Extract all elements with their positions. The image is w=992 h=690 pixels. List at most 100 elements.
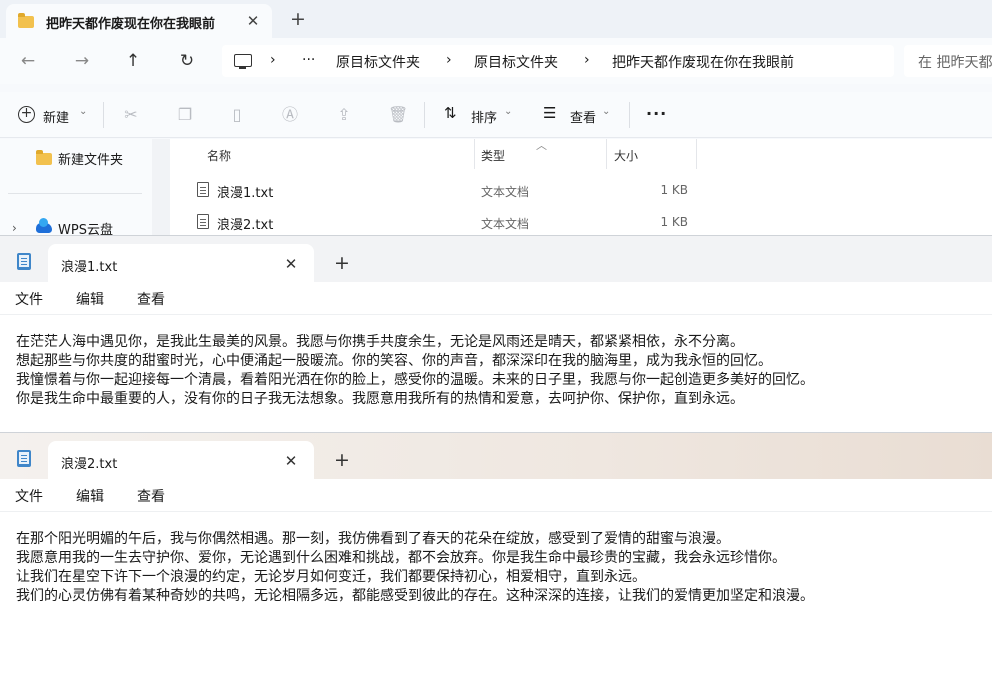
- sort-ascending-icon: ︿: [536, 139, 547, 152]
- up-button[interactable]: ↑: [121, 49, 145, 73]
- notepad-tab[interactable]: 浪漫1.txt ✕: [48, 244, 314, 282]
- notepad-text-area[interactable]: 在茫茫人海中遇见你，是我此生最美的风景。我愿与你携手共度余生，无论是风雨还是晴天…: [0, 314, 992, 432]
- delete-icon[interactable]: 🗑: [388, 106, 408, 124]
- notepad-menu-bar: 文件 编辑 查看: [0, 282, 992, 314]
- file-row[interactable]: 浪漫1.txt 文本文档 1 KB: [170, 175, 992, 205]
- menu-file[interactable]: 文件: [15, 486, 43, 506]
- breadcrumb-item-current[interactable]: 把昨天都作废现在你在我眼前: [612, 52, 794, 72]
- folder-icon: [18, 13, 34, 28]
- refresh-button[interactable]: ↻: [175, 49, 199, 73]
- file-row[interactable]: 浪漫2.txt 文本文档 1 KB: [170, 207, 992, 236]
- expand-chevron-icon[interactable]: ›: [12, 221, 17, 235]
- text-line: 我们的心灵仿佛有着某种奇妙的共鸣，无论相隔多远，都能感受到彼此的存在。这种深深的…: [16, 588, 814, 604]
- new-button-label: 新建: [43, 111, 70, 126]
- explorer-body: 新建文件夹 › WPS云盘 名称 ︿ 类型 大小 浪漫1.txt 文本文档 1 …: [0, 139, 992, 236]
- notepad-window-2: 浪漫2.txt ✕ + 文件 编辑 查看 在那个阳光明媚的午后，我与你偶然相遇。…: [0, 432, 992, 690]
- notepad-menu-bar: 文件 编辑 查看: [0, 479, 992, 511]
- notepad-text-area[interactable]: 在那个阳光明媚的午后，我与你偶然相遇。那一刻，我仿佛看到了春天的花朵在绽放，感受…: [0, 511, 992, 690]
- share-icon[interactable]: ⇪: [335, 106, 353, 124]
- breadcrumb-chevron[interactable]: ›: [270, 52, 276, 68]
- chevron-down-icon: ⌄: [79, 106, 88, 117]
- sort-button[interactable]: ⇅ 排序 ⌄: [444, 104, 524, 126]
- rename-icon[interactable]: Ⓐ: [281, 106, 299, 124]
- file-size: 1 KB: [660, 183, 688, 197]
- text-line: 我愿意用我的一生去守护你、爱你，无论遇到什么困难和挑战，都不会放弃。你是我生命中…: [16, 550, 786, 566]
- add-circle-icon: +: [18, 106, 35, 123]
- menu-edit[interactable]: 编辑: [76, 486, 104, 506]
- notepad-title-bar[interactable]: 浪漫2.txt ✕ +: [0, 433, 992, 479]
- search-placeholder: 在 把昨天都: [918, 55, 992, 71]
- explorer-command-bar: + 新建 ⌄ ✂ ❐ ▯ Ⓐ ⇪ 🗑 ⇅ 排序 ⌄ ☰ 查看 ⌄ ···: [0, 92, 992, 138]
- toolbar-divider: [103, 102, 104, 128]
- text-line: 你是我生命中最重要的人，没有你的日子我无法想象。我愿意用我所有的热情和爱意，去呵…: [16, 391, 744, 407]
- computer-icon[interactable]: [234, 54, 252, 69]
- view-button-label: 查看: [570, 111, 597, 126]
- folder-icon: [36, 150, 52, 165]
- address-bar[interactable]: › ··· 原目标文件夹 › 原目标文件夹 › 把昨天都作废现在你在我眼前: [222, 45, 894, 77]
- search-input[interactable]: 在 把昨天都: [904, 45, 992, 77]
- file-name: 浪漫1.txt: [217, 186, 274, 201]
- column-divider[interactable]: [606, 139, 607, 169]
- breadcrumb-chevron[interactable]: ›: [584, 52, 590, 68]
- close-tab-icon[interactable]: ✕: [242, 10, 264, 32]
- close-tab-icon[interactable]: ✕: [280, 450, 302, 472]
- toolbar-divider: [424, 102, 425, 128]
- column-header-type[interactable]: 类型: [481, 147, 505, 164]
- menu-view[interactable]: 查看: [137, 486, 165, 506]
- forward-button[interactable]: →: [70, 49, 94, 73]
- notepad-app-icon: [17, 450, 31, 467]
- text-line: 想起那些与你共度的甜蜜时光，心中便涌起一股暖流。你的笑容、你的声音，都深深印在我…: [16, 353, 772, 369]
- more-options-button[interactable]: ···: [646, 104, 667, 123]
- explorer-tab[interactable]: 把昨天都作废现在你在我眼前 ✕: [6, 4, 272, 38]
- explorer-nav-bar: ← → ↑ ↻ › ··· 原目标文件夹 › 原目标文件夹 › 把昨天都作废现在…: [0, 38, 992, 84]
- column-divider[interactable]: [474, 139, 475, 169]
- menu-file[interactable]: 文件: [15, 289, 43, 309]
- column-divider[interactable]: [696, 139, 697, 169]
- breadcrumb-item-2[interactable]: 原目标文件夹: [474, 52, 558, 72]
- explorer-tab-strip: 把昨天都作废现在你在我眼前 ✕ +: [0, 0, 992, 38]
- pane-splitter[interactable]: [152, 139, 170, 236]
- text-line: 我憧憬着与你一起迎接每一个清晨，看着阳光洒在你的脸上，感受你的温暖。未来的日子里…: [16, 372, 814, 388]
- copy-icon[interactable]: ❐: [176, 106, 194, 124]
- file-explorer-window: 把昨天都作废现在你在我眼前 ✕ + ← → ↑ ↻ › ··· 原目标文件夹 ›…: [0, 0, 992, 236]
- new-tab-button[interactable]: +: [330, 448, 354, 472]
- text-line: 让我们在星空下许下一个浪漫的约定，无论岁月如何变迁，我们都要保持初心，相爱相守，…: [16, 569, 646, 585]
- file-size: 1 KB: [660, 215, 688, 229]
- toolbar-divider: [629, 102, 630, 128]
- menu-view[interactable]: 查看: [137, 289, 165, 309]
- cloud-icon: [36, 218, 52, 233]
- navigation-pane: 新建文件夹 › WPS云盘: [0, 139, 152, 236]
- sort-icon: ⇅: [444, 104, 457, 122]
- back-button[interactable]: ←: [16, 49, 40, 73]
- file-type: 文本文档: [481, 217, 530, 231]
- notepad-tab-title: 浪漫1.txt: [61, 260, 118, 275]
- text-line: 在茫茫人海中遇见你，是我此生最美的风景。我愿与你携手共度余生，无论是风雨还是晴天…: [16, 334, 744, 350]
- file-name: 浪漫2.txt: [217, 218, 274, 233]
- cut-icon[interactable]: ✂: [122, 106, 140, 124]
- sort-button-label: 排序: [471, 111, 498, 126]
- new-tab-button[interactable]: +: [330, 251, 354, 275]
- breadcrumb-overflow[interactable]: ···: [302, 52, 315, 68]
- column-header-size[interactable]: 大小: [614, 147, 638, 164]
- notepad-tab-title: 浪漫2.txt: [61, 457, 118, 472]
- column-header-name[interactable]: 名称: [207, 147, 231, 164]
- chevron-down-icon: ⌄: [602, 106, 611, 117]
- file-type: 文本文档: [481, 185, 530, 199]
- nav-divider: [8, 193, 142, 194]
- breadcrumb-item-1[interactable]: 原目标文件夹: [336, 52, 420, 72]
- menu-edit[interactable]: 编辑: [76, 289, 104, 309]
- nav-item-new-folder[interactable]: 新建文件夹: [58, 149, 123, 168]
- notepad-tab[interactable]: 浪漫2.txt ✕: [48, 441, 314, 479]
- text-file-icon: [197, 214, 209, 229]
- view-icon: ☰: [543, 104, 557, 122]
- view-button[interactable]: ☰ 查看 ⌄: [543, 104, 623, 126]
- paste-icon[interactable]: ▯: [228, 106, 246, 124]
- notepad-title-bar[interactable]: 浪漫1.txt ✕ +: [0, 236, 992, 282]
- explorer-tab-title: 把昨天都作废现在你在我眼前: [46, 17, 216, 32]
- notepad-window-1: 浪漫1.txt ✕ + 文件 编辑 查看 在茫茫人海中遇见你，是我此生最美的风景…: [0, 235, 992, 432]
- nav-item-wps-cloud[interactable]: WPS云盘: [58, 219, 113, 236]
- close-tab-icon[interactable]: ✕: [280, 253, 302, 275]
- new-tab-button[interactable]: +: [286, 7, 310, 31]
- breadcrumb-chevron[interactable]: ›: [446, 52, 452, 68]
- notepad-app-icon: [17, 253, 31, 270]
